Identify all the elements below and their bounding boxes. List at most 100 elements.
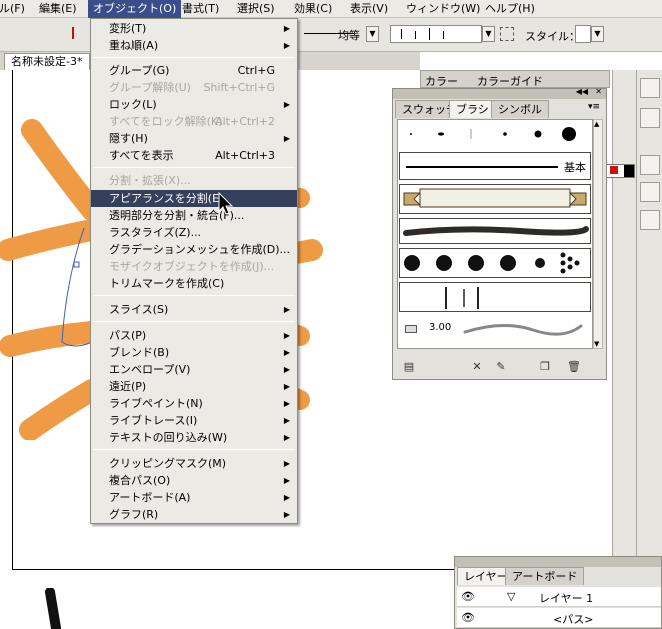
menu-item-lock[interactable]: ロック(L) ▶ (91, 96, 297, 113)
style-dropdown[interactable]: ▼ (591, 26, 604, 42)
tab-color-guide[interactable]: カラーガイド (477, 73, 543, 89)
menu-item-label: 変形(T) (109, 22, 147, 35)
menu-item-label: パス(P) (109, 329, 147, 342)
menu-item-arrange[interactable]: 重ね順(A) ▶ (91, 37, 297, 54)
brush-dropdown[interactable]: ▼ (482, 26, 495, 42)
stroke-panel-icon[interactable] (640, 155, 660, 175)
artwork-black-stroke[interactable] (38, 588, 68, 629)
menu-item-live-paint[interactable]: ライブペイント(N) ▶ (91, 395, 297, 412)
menu-item-transform[interactable]: 変形(T) ▶ (91, 20, 297, 37)
tab-color[interactable]: カラー (425, 73, 458, 89)
submenu-arrow-icon: ▶ (283, 331, 290, 340)
visibility-eye-icon[interactable]: 👁 (461, 590, 475, 603)
menu-item-artboard[interactable]: アートボード(A) ▶ (91, 489, 297, 506)
menu-item-clipping-mask[interactable]: クリッピングマスク(M) ▶ (91, 455, 297, 472)
menu-item-mosaic: モザイクオブジェクトを作成(J)... (91, 258, 297, 275)
menu-item-compound-path[interactable]: 複合パス(O) ▶ (91, 472, 297, 489)
banner-brush-preview (403, 188, 587, 208)
menu-item-group[interactable]: グループ(G) Ctrl+G (91, 62, 297, 79)
menu-item-show-all[interactable]: すべてを表示 Alt+Ctrl+3 (91, 147, 297, 164)
art-brush-preview (463, 323, 583, 336)
style-label: スタイル： (525, 30, 580, 43)
bristle-brush-row[interactable] (399, 282, 591, 312)
menu-item-expand-appearance[interactable]: アピアランスを分割(E) (91, 190, 297, 207)
menu-item-live-trace[interactable]: ライブトレース(I) ▶ (91, 412, 297, 429)
scroll-up-icon[interactable]: ▲ (594, 120, 599, 128)
menu-window[interactable]: ウィンドウ(W) (401, 0, 485, 18)
menu-item-perspective[interactable]: 遠近(P) ▶ (91, 378, 297, 395)
menu-item-path[interactable]: パス(P) ▶ (91, 327, 297, 344)
brush-library-icon[interactable]: ▤ (403, 361, 415, 373)
art-brush-row[interactable]: 3.00 (399, 316, 591, 344)
brush-options-icon[interactable]: ✎ (495, 361, 507, 373)
close-icon[interactable]: ✕ (595, 87, 602, 96)
panel-title-bar[interactable]: ◀◀ ✕ (393, 87, 606, 99)
submenu-arrow-icon: ▶ (283, 416, 290, 425)
color-spectrum[interactable] (605, 164, 635, 178)
menu-item-ungroup: グループ解除(U) Shift+Ctrl+G (91, 79, 297, 96)
collapse-icon[interactable]: ◀◀ (576, 87, 588, 96)
menu-item-gradient-mesh[interactable]: グラデーションメッシュを作成(D)... (91, 241, 297, 258)
menu-item-label: アピアランスを分割(E) (109, 192, 224, 205)
document-tab[interactable]: 名称未設定-3* (4, 53, 90, 70)
menu-bar: ル(F) 編集(E) オブジェクト(O) 書式(T) 選択(S) 効果(C) 表… (0, 0, 662, 18)
menu-item-graph[interactable]: グラフ(R) ▶ (91, 506, 297, 523)
palette-icon[interactable] (640, 78, 660, 98)
menu-separator (93, 321, 295, 322)
menu-item-shortcut: Alt+Ctrl+2 (215, 115, 275, 128)
menu-item-text-wrap[interactable]: テキストの回り込み(W) ▶ (91, 429, 297, 446)
basic-brush-row[interactable]: 基本 (399, 152, 591, 180)
menu-item-rasterize[interactable]: ラスタライズ(Z)... (91, 224, 297, 241)
dot-brushes-row[interactable] (399, 248, 591, 278)
delete-brush-icon[interactable]: 🗑 (567, 361, 581, 373)
remove-brush-stroke-icon[interactable]: ✕ (471, 361, 483, 373)
menu-item-label: 隠す(H) (109, 132, 148, 145)
banner-brush-row[interactable] (399, 184, 591, 214)
menu-item-slice[interactable]: スライス(S) ▶ (91, 301, 297, 318)
brush-list-scrollbar[interactable]: ▲ ▼ (593, 119, 603, 349)
menu-item-hide[interactable]: 隠す(H) ▶ (91, 130, 297, 147)
menu-item-trim-marks[interactable]: トリムマークを作成(C) (91, 275, 297, 292)
charcoal-brush-row[interactable] (399, 218, 591, 244)
visibility-eye-icon[interactable]: 👁 (461, 611, 475, 624)
layer-row[interactable]: 👁 ▽ レイヤー 1 (457, 587, 661, 607)
scroll-down-icon[interactable]: ▼ (594, 340, 599, 348)
opacity-icon[interactable] (500, 27, 514, 41)
menu-help[interactable]: ヘルプ(H) (480, 0, 540, 18)
menu-item-label: グループ(G) (109, 64, 170, 77)
menu-edit[interactable]: 編集(E) (34, 0, 82, 18)
appearance-icon[interactable] (640, 210, 660, 230)
menu-file[interactable]: ル(F) (0, 0, 30, 18)
layer-row[interactable]: 👁 <パス> (457, 608, 661, 628)
menu-item-blend[interactable]: ブレンド(B) ▶ (91, 344, 297, 361)
menu-item-unlock-all: すべてをロック解除(K) Alt+Ctrl+2 (91, 113, 297, 130)
menu-object[interactable]: オブジェクト(O) (88, 0, 182, 18)
stroke-color-icon[interactable] (72, 27, 80, 39)
menu-view[interactable]: 表示(V) (345, 0, 393, 18)
menu-effect[interactable]: 効果(C) (289, 0, 337, 18)
menu-type[interactable]: 書式(T) (177, 0, 224, 18)
panel-menu-icon[interactable]: ▾≡ (588, 102, 600, 112)
menu-item-label: ラスタライズ(Z)... (109, 226, 202, 239)
panel-title-bar[interactable] (455, 557, 661, 567)
tab-symbols[interactable]: シンボル (491, 100, 549, 118)
transparency-icon[interactable] (640, 182, 660, 202)
brush-list: 基本 3.00 (397, 119, 593, 349)
menu-item-flatten-transparency[interactable]: 透明部分を分割・統合(F)... (91, 207, 297, 224)
calligraphic-brushes-row[interactable] (399, 122, 591, 146)
expand-triangle-icon[interactable]: ▽ (507, 590, 515, 603)
stroke-profile-dropdown[interactable]: ▼ (366, 26, 379, 42)
tab-artboards[interactable]: アートボード (505, 567, 585, 585)
brush-definition-field[interactable] (390, 25, 482, 43)
menu-select[interactable]: 選択(S) (232, 0, 280, 18)
gradient-icon[interactable] (640, 108, 660, 128)
tab-brushes[interactable]: ブラシ (449, 100, 496, 118)
submenu-arrow-icon: ▶ (283, 348, 290, 357)
layer-name: <パス> (553, 613, 594, 626)
menu-item-label: グラデーションメッシュを作成(D)... (109, 243, 290, 256)
menu-item-label: 重ね順(A) (109, 39, 159, 52)
new-brush-icon[interactable]: ❐ (539, 361, 551, 373)
style-swatch[interactable] (575, 25, 591, 43)
menu-item-envelope[interactable]: エンベロープ(V) ▶ (91, 361, 297, 378)
menu-item-expand: 分割・拡張(X)... (91, 172, 297, 189)
